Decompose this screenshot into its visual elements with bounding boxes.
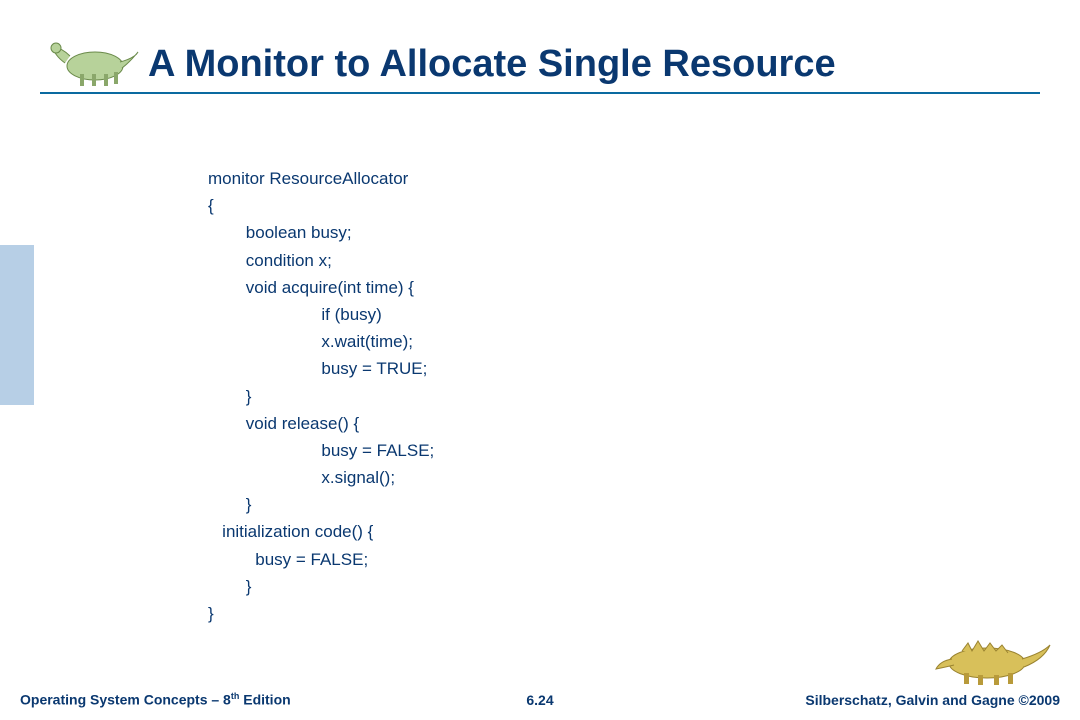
dinosaur-left-icon bbox=[40, 28, 140, 88]
code-block: monitor ResourceAllocator { boolean busy… bbox=[208, 165, 439, 627]
title-row: A Monitor to Allocate Single Resource bbox=[40, 28, 1040, 88]
slide: A Monitor to Allocate Single Resource mo… bbox=[0, 0, 1080, 720]
footer: Operating System Concepts – 8th Edition … bbox=[0, 684, 1080, 714]
dinosaur-right-icon bbox=[932, 631, 1052, 686]
slide-title: A Monitor to Allocate Single Resource bbox=[140, 43, 1040, 88]
title-underline bbox=[40, 92, 1040, 94]
sidebar-accent bbox=[0, 245, 34, 405]
footer-copyright: Silberschatz, Galvin and Gagne ©2009 bbox=[805, 692, 1060, 708]
